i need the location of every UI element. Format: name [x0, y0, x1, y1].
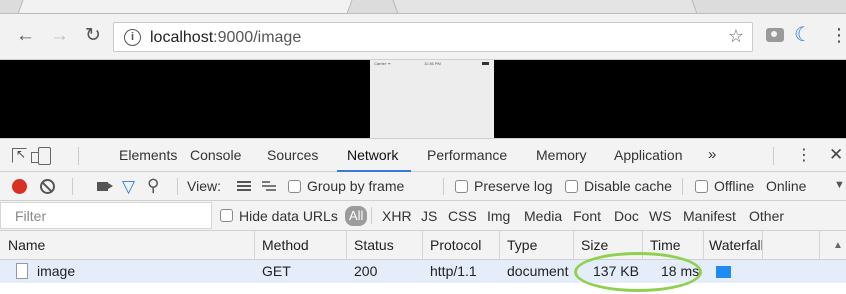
divider	[177, 178, 178, 195]
url-path: :9000/image	[213, 29, 302, 46]
waterfall-bar[interactable]	[716, 266, 731, 278]
page-image: Carrier ᯤ 11:36 PM	[370, 60, 494, 138]
divider	[682, 178, 683, 195]
column-header-method[interactable]: Method	[262, 237, 309, 253]
tab-sources[interactable]: Sources	[267, 147, 318, 163]
table-row-empty	[0, 283, 846, 294]
divider	[371, 207, 372, 224]
disable-cache-checkbox[interactable]	[565, 180, 578, 193]
browser-tab-strip	[0, 0, 846, 14]
throttling-select[interactable]: Online	[766, 178, 806, 194]
column-header-waterfall[interactable]: Waterfall	[709, 237, 764, 253]
network-toolbar: ▽ ⚲ View: Group by frame Preserve log Di…	[0, 172, 846, 201]
highlight-annotation	[574, 252, 702, 292]
page-viewport: Carrier ᯤ 11:36 PM	[0, 60, 846, 138]
type-filter-js[interactable]: JS	[421, 208, 437, 224]
phone-status-bar: Carrier ᯤ 11:36 PM	[370, 60, 494, 68]
disable-cache-label[interactable]: Disable cache	[584, 178, 672, 194]
tab-application[interactable]: Application	[614, 147, 683, 163]
tab-elements[interactable]: Elements	[119, 147, 177, 163]
chevron-down-icon[interactable]: ▼	[834, 179, 845, 191]
overview-icon[interactable]	[262, 181, 276, 192]
view-label: View:	[187, 178, 221, 194]
large-rows-icon[interactable]	[237, 181, 251, 192]
hide-data-urls-label[interactable]: Hide data URLs	[239, 208, 338, 224]
column-header-type[interactable]: Type	[507, 237, 537, 253]
type-filter-ws[interactable]: WS	[649, 208, 672, 224]
filter-input-container	[0, 202, 212, 229]
browser-menu-icon[interactable]: ⋮	[830, 25, 846, 45]
cell-name[interactable]: image	[37, 263, 75, 279]
search-icon[interactable]: ⚲	[147, 177, 159, 194]
divider	[773, 147, 774, 165]
url-host: localhost	[150, 29, 214, 46]
devtools-menu-icon[interactable]: ⋮	[796, 145, 812, 165]
type-filter-media[interactable]: Media	[524, 208, 562, 224]
info-icon[interactable]: i	[124, 29, 141, 46]
column-header-status[interactable]: Status	[354, 237, 394, 253]
inspect-element-icon[interactable]	[12, 147, 27, 163]
capture-screenshots-icon[interactable]	[97, 182, 113, 191]
column-header-name[interactable]: Name	[8, 237, 45, 253]
filter-icon[interactable]: ▽	[122, 178, 135, 195]
device-toolbar-icon[interactable]	[31, 147, 51, 165]
document-icon	[16, 263, 28, 279]
battery-icon	[482, 62, 489, 65]
record-icon[interactable]	[12, 179, 27, 194]
cell-protocol: http/1.1	[430, 263, 477, 279]
url-text[interactable]: localhost:9000/image	[150, 29, 301, 47]
hide-data-urls-checkbox[interactable]	[220, 209, 233, 222]
forward-arrow-icon[interactable]: →	[50, 26, 69, 46]
tab-performance[interactable]: Performance	[427, 147, 507, 163]
divider	[443, 178, 444, 195]
close-devtools-icon[interactable]: ✕	[829, 145, 843, 165]
type-filter-doc[interactable]: Doc	[614, 208, 639, 224]
preserve-log-checkbox[interactable]	[455, 180, 468, 193]
bookmark-star-icon[interactable]: ☆	[728, 26, 744, 47]
type-filter-all[interactable]: All	[345, 206, 368, 226]
type-filter-font[interactable]: Font	[573, 208, 601, 224]
type-filter-manifest[interactable]: Manifest	[683, 208, 736, 224]
filter-bar: Hide data URLs All XHR JS CSS Img Media …	[0, 201, 846, 231]
back-arrow-icon[interactable]: ←	[16, 26, 35, 46]
clear-icon[interactable]	[40, 179, 55, 194]
sort-arrow-icon[interactable]: ▲	[833, 240, 843, 251]
cell-type: document	[507, 263, 569, 279]
offline-label[interactable]: Offline	[714, 178, 754, 194]
requests-table: Name Method Status Protocol Type Size Ti…	[0, 231, 846, 294]
type-filter-css[interactable]: CSS	[448, 208, 477, 224]
column-header-time[interactable]: Time	[650, 237, 681, 253]
group-by-frame-label[interactable]: Group by frame	[307, 178, 404, 194]
reload-icon[interactable]: ↻	[85, 26, 101, 46]
table-row[interactable]: image GET 200 http/1.1 document 137 KB 1…	[0, 260, 846, 283]
preserve-log-label[interactable]: Preserve log	[474, 178, 553, 194]
tab-memory[interactable]: Memory	[536, 147, 587, 163]
filter-input[interactable]	[1, 203, 211, 228]
browser-toolbar: ← → ↻ i localhost:9000/image ☆ ☾ ⋮	[0, 14, 846, 60]
divider	[72, 178, 73, 195]
type-filter-img[interactable]: Img	[487, 208, 510, 224]
type-filter-other[interactable]: Other	[749, 208, 784, 224]
phone-time: 11:36 PM	[424, 61, 441, 66]
tab-network[interactable]: Network	[347, 147, 398, 163]
group-by-frame-checkbox[interactable]	[288, 180, 301, 193]
browser-tab[interactable]	[392, 0, 698, 13]
table-header: Name Method Status Protocol Type Size Ti…	[0, 231, 846, 260]
column-header-protocol[interactable]: Protocol	[430, 237, 481, 253]
cell-status: 200	[354, 263, 378, 279]
more-tabs-icon[interactable]: »	[708, 146, 716, 163]
column-header-size[interactable]: Size	[581, 237, 608, 253]
divider	[78, 147, 79, 165]
tab-console[interactable]: Console	[190, 147, 241, 163]
cell-method: GET	[262, 263, 291, 279]
devtools-tab-bar: Elements Console Sources Network Perform…	[0, 138, 846, 172]
offline-checkbox[interactable]	[695, 180, 708, 193]
extension-icon[interactable]: ☾	[794, 24, 816, 46]
address-bar[interactable]: i localhost:9000/image ☆	[113, 22, 753, 52]
camera-extension-icon[interactable]	[766, 28, 784, 42]
phone-carrier: Carrier ᯤ	[374, 61, 391, 66]
type-filter-xhr[interactable]: XHR	[382, 208, 412, 224]
browser-tab[interactable]	[17, 0, 353, 13]
